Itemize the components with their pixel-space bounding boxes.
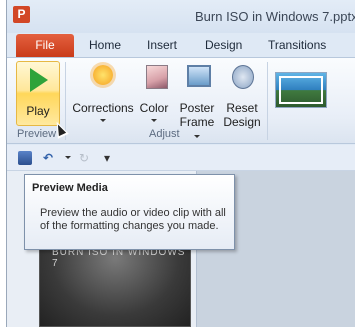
reset-icon: [232, 65, 254, 89]
poster-frame-label-line2: Frame: [179, 115, 215, 129]
corrections-label: Corrections: [72, 101, 134, 115]
customize-toolbar-icon[interactable]: ▾: [100, 151, 114, 165]
chevron-down-icon: [151, 119, 157, 122]
save-icon[interactable]: [18, 151, 32, 165]
title-bar: P Burn ISO in Windows 7.pptx: [7, 0, 355, 33]
tab-transitions[interactable]: Transitions: [268, 38, 326, 52]
frame-icon: [187, 65, 211, 87]
undo-icon[interactable]: ↶: [41, 151, 55, 165]
slide-thumb-text: BURN ISO IN WINDOWS 7: [52, 247, 186, 269]
tab-insert[interactable]: Insert: [147, 38, 177, 52]
adjust-group-label: Adjust: [149, 128, 180, 140]
chevron-down-icon: [100, 119, 106, 122]
video-style-frame: [279, 76, 323, 104]
preview-group-label: Preview: [17, 128, 57, 140]
poster-frame-label: Poster Frame: [177, 101, 217, 143]
powerpoint-window: P Burn ISO in Windows 7.pptx File Home I…: [6, 0, 355, 327]
color-button[interactable]: Color: [137, 61, 171, 127]
color-label: Color: [139, 101, 169, 115]
photo-icon: [146, 65, 168, 89]
tab-home[interactable]: Home: [89, 38, 121, 52]
play-icon: [30, 68, 48, 92]
reset-design-label: Reset Design: [221, 101, 263, 129]
ribbon-tabs: File Home Insert Design Transitions: [7, 33, 355, 57]
chevron-down-icon: [194, 135, 200, 138]
play-button[interactable]: Play: [16, 61, 60, 126]
reset-design-label-line2: Design: [223, 115, 261, 129]
poster-frame-label-line1: Poster: [179, 101, 215, 115]
tab-file[interactable]: File: [16, 34, 74, 57]
redo-icon: ↻: [78, 151, 90, 165]
tab-design[interactable]: Design: [205, 38, 242, 52]
tooltip-body: Preview the audio or video clip with all…: [40, 207, 226, 232]
reset-design-label-line1: Reset: [226, 101, 258, 115]
sun-icon: [93, 65, 113, 85]
poster-frame-button[interactable]: Poster Frame: [177, 61, 217, 138]
play-label: Play: [26, 104, 50, 118]
reset-design-button[interactable]: Reset Design: [221, 61, 263, 129]
corrections-button[interactable]: Corrections: [71, 61, 135, 127]
tooltip-title: Preview Media: [32, 182, 108, 194]
window-title: Burn ISO in Windows 7.pptx: [195, 9, 355, 24]
slide-thumbnail[interactable]: BURN ISO IN WINDOWS 7: [39, 240, 191, 327]
preview-media-tooltip: Preview Media Preview the audio or video…: [24, 174, 235, 250]
group-separator: [267, 62, 268, 140]
quick-access-toolbar: ↶ ↻ ▾: [7, 145, 355, 171]
powerpoint-app-icon[interactable]: P: [13, 6, 30, 23]
chevron-down-icon[interactable]: [65, 156, 71, 159]
